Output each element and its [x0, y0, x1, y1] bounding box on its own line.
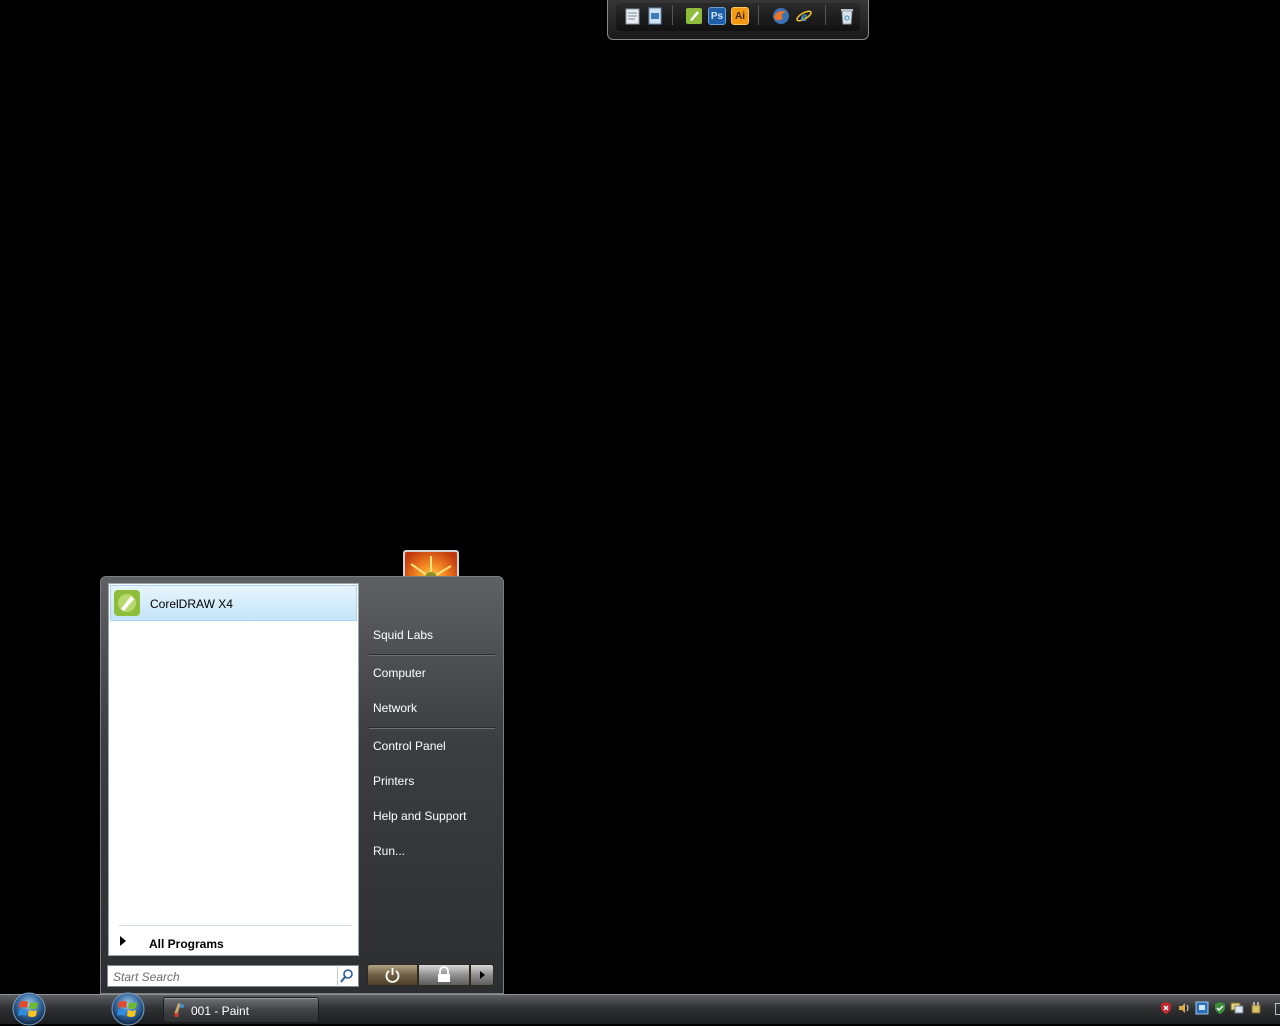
all-programs-separator [119, 925, 352, 926]
coreldraw-icon [114, 590, 140, 616]
start-search-box[interactable] [107, 965, 359, 987]
search-input[interactable] [111, 968, 335, 986]
dock-separator [672, 5, 673, 25]
firefox-icon[interactable] [772, 7, 790, 25]
start-orb-icon[interactable] [108, 992, 148, 1026]
pinned-item-coreldraw[interactable]: CorelDRAW X4 [110, 585, 357, 621]
menu-item-printers[interactable]: Printers [373, 770, 493, 792]
illustrator-icon[interactable]: Ai [731, 7, 749, 25]
menu-separator [369, 727, 495, 729]
display-icon[interactable] [1230, 1001, 1244, 1015]
photoshop-icon[interactable]: Ps [708, 7, 726, 25]
recycle-bin-icon[interactable] [838, 7, 856, 25]
menu-item-help-and-support[interactable]: Help and Support [373, 805, 493, 827]
pinned-item-label: CorelDRAW X4 [150, 597, 233, 611]
menu-item-network[interactable]: Network [373, 697, 493, 719]
power-icon [385, 968, 400, 983]
power-plug-icon[interactable] [1249, 1001, 1263, 1015]
menu-item-control-panel[interactable]: Control Panel [373, 735, 493, 757]
coreldraw-icon[interactable] [685, 7, 703, 25]
all-programs-label: All Programs [149, 937, 224, 951]
lock-button[interactable] [418, 964, 470, 986]
taskbar: 001 - Paint [0, 992, 1280, 1026]
application-dock: Ps Ai e [607, 0, 869, 40]
programs-pane: CorelDRAW X4 All Programs [108, 583, 359, 956]
menu-item-run[interactable]: Run... [373, 840, 493, 862]
taskbar-button-paint[interactable]: 001 - Paint [163, 997, 319, 1023]
file-icon[interactable] [646, 7, 664, 25]
start-orb-icon[interactable] [9, 992, 49, 1026]
volume-icon[interactable] [1177, 1001, 1191, 1015]
power-button[interactable] [367, 964, 418, 986]
shutdown-options-button[interactable] [470, 964, 494, 986]
internet-explorer-icon[interactable]: e [795, 7, 813, 25]
menu-separator [369, 654, 495, 656]
svg-text:e: e [801, 10, 807, 25]
dock-separator [825, 5, 826, 25]
menu-item-user-folder[interactable]: Squid Labs [373, 624, 493, 646]
start-menu: CorelDRAW X4 All Programs Squid Labs Com… [100, 576, 504, 994]
search-icon[interactable] [337, 967, 356, 985]
show-desktop-button[interactable] [1275, 1003, 1280, 1015]
all-programs-button[interactable]: All Programs [111, 932, 356, 954]
taskbar-button-label: 001 - Paint [191, 1004, 250, 1018]
paint-icon [174, 1003, 184, 1017]
lock-icon [438, 966, 450, 982]
shield-check-icon[interactable] [1213, 1001, 1227, 1015]
power-controls [367, 964, 494, 986]
network-icon[interactable] [1195, 1001, 1209, 1015]
dock-separator [758, 5, 759, 25]
notepad-icon[interactable] [624, 7, 642, 25]
security-alert-icon[interactable] [1159, 1001, 1173, 1015]
menu-item-computer[interactable]: Computer [373, 662, 493, 684]
arrow-right-icon [120, 936, 126, 946]
arrow-right-icon [480, 971, 485, 979]
